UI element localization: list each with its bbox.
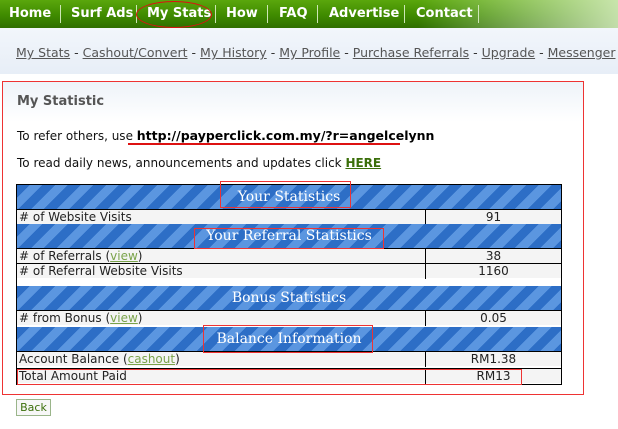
nav-faq[interactable]: FAQ (279, 0, 308, 28)
page-title: My Statistic (17, 94, 105, 109)
news-line: To read daily news, announcements and up… (17, 156, 381, 170)
bonus-statistics-header: Bonus Statistics (17, 286, 561, 310)
nav-contact[interactable]: Contact (416, 0, 473, 28)
table-row: # of Referral Website Visits 1160 (17, 263, 561, 279)
table-row: # from Bonus (view) 0.05 (17, 310, 561, 326)
subnav-purchase-referrals[interactable]: Purchase Referrals (353, 45, 469, 60)
annotation-box-balance-information (203, 325, 373, 353)
nav-advertise[interactable]: Advertise (329, 0, 399, 28)
nav-how[interactable]: How (226, 0, 258, 28)
subnav-cashout-convert[interactable]: Cashout/Convert (83, 45, 188, 60)
refer-text: To refer others, use (17, 129, 137, 143)
nav-separator (267, 5, 268, 23)
news-here-link[interactable]: HERE (345, 156, 381, 170)
subnav-messenger[interactable]: Messenger (548, 45, 616, 60)
account-balance-label: Account Balance ( (19, 352, 128, 366)
cashout-link[interactable]: cashout (128, 352, 175, 366)
bonus-view-link[interactable]: view (110, 311, 138, 325)
top-navigation-bar: Home Surf Ads My Stats How FAQ Advertise… (0, 0, 618, 28)
news-text: To read daily news, announcements and up… (17, 156, 346, 170)
referrals-view-link[interactable]: view (110, 249, 138, 263)
annotation-box-total-paid (17, 369, 522, 385)
nav-separator (215, 5, 216, 23)
referral-visits-label: # of Referral Website Visits (19, 264, 183, 278)
nav-separator (404, 5, 405, 23)
account-subnav: My Stats - Cashout/Convert - My History - My P… (16, 45, 616, 60)
nav-surf-ads[interactable]: Surf Ads (71, 0, 133, 28)
referrals-value: 38 (425, 249, 561, 264)
subnav-my-stats[interactable]: My Stats (16, 45, 70, 60)
nav-separator (317, 5, 318, 23)
subnav-upgrade[interactable]: Upgrade (482, 45, 535, 60)
my-stats-highlight-oval (136, 1, 212, 28)
statistics-table: Your Statistics # of Website Visits 91 Y… (16, 184, 562, 385)
nav-separator (478, 5, 479, 23)
subnav-my-profile[interactable]: My Profile (279, 45, 340, 60)
account-balance-value: RM1.38 (425, 352, 561, 367)
website-visits-label: # of Website Visits (19, 210, 132, 224)
subnav-my-history[interactable]: My History (200, 45, 267, 60)
referral-url-underline (128, 143, 400, 145)
table-row: # of Referrals (view) 38 (17, 248, 561, 264)
back-button[interactable]: Back (16, 399, 51, 416)
referrals-label: # of Referrals ( (19, 249, 111, 263)
nav-home[interactable]: Home (9, 0, 51, 28)
bonus-label: # from Bonus ( (19, 311, 111, 325)
bonus-value: 0.05 (425, 311, 561, 326)
referral-url[interactable]: http://payperclick.com.my/?r=angelcelynn (137, 128, 435, 143)
referral-link-line: To refer others, use http://payperclick.… (17, 128, 434, 143)
annotation-box-your-statistics (220, 181, 351, 208)
table-row: Account Balance (cashout) RM1.38 (17, 351, 561, 367)
website-visits-value: 91 (425, 210, 561, 225)
annotation-box-referral-statistics (194, 228, 384, 249)
nav-separator (60, 5, 61, 23)
table-row: # of Website Visits 91 (17, 209, 561, 225)
referral-visits-value: 1160 (425, 264, 561, 279)
